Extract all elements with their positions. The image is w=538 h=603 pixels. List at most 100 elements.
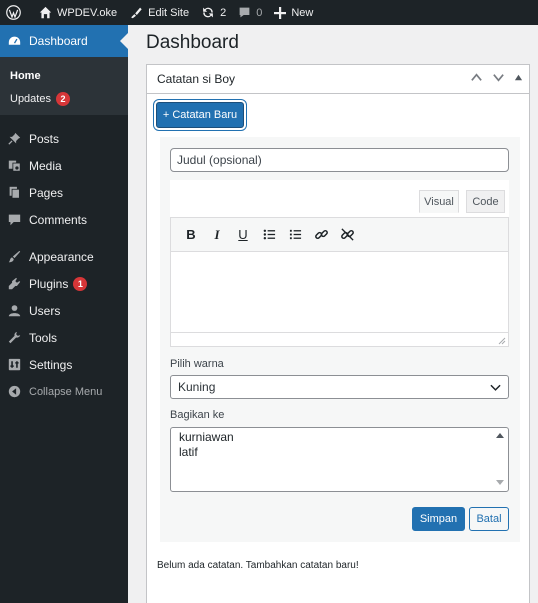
sidebar-item-label: Pages	[29, 185, 64, 200]
tab-code[interactable]: Code	[466, 190, 505, 213]
plus-icon	[274, 6, 287, 19]
scroll-down-arrow[interactable]	[496, 480, 504, 485]
widget-controls	[470, 71, 523, 84]
site-name-link[interactable]: WPDEV.oke	[27, 0, 123, 25]
editor-statusbar	[171, 332, 508, 346]
sidebar-item-label: Plugins	[29, 276, 69, 291]
wordpress-logo-button[interactable]	[0, 0, 27, 25]
wrench-icon	[8, 331, 21, 344]
sidebar-item-label: Appearance	[29, 249, 94, 264]
tab-visual[interactable]: Visual	[419, 190, 459, 213]
sidebar-item-dashboard[interactable]: Dashboard	[0, 25, 128, 57]
empty-notes-message: Belum ada catatan. Tambahkan catatan bar…	[157, 560, 359, 571]
comments-link[interactable]: 0	[232, 0, 268, 25]
comments-icon	[8, 214, 21, 226]
sidebar-item-settings[interactable]: Settings	[0, 351, 128, 378]
sidebar-item-label: Settings	[29, 357, 73, 372]
dashboard-submenu: Home Updates 2	[0, 57, 128, 115]
underline-button[interactable]: U	[233, 225, 253, 245]
bullet-list-button[interactable]	[259, 225, 279, 245]
share-label: Bagikan ke	[170, 409, 225, 421]
media-icon	[8, 160, 21, 172]
collapse-arrow-icon	[8, 385, 21, 398]
comments-count: 0	[256, 6, 263, 19]
sidebar-item-comments[interactable]: Comments	[0, 206, 128, 233]
rich-text-editor: B I U	[170, 217, 509, 347]
edit-site-label: Edit Site	[148, 6, 190, 19]
widget-header: Catatan si Boy	[147, 65, 529, 94]
numbered-list-icon	[289, 229, 301, 240]
site-name: WPDEV.oke	[57, 6, 118, 19]
color-select[interactable]: Kuning	[170, 375, 509, 399]
unlink-icon	[340, 228, 354, 241]
updates-badge: 2	[55, 91, 70, 106]
dashboard-gauge-icon	[8, 36, 21, 45]
save-button[interactable]: Simpan	[412, 507, 465, 531]
submenu-label: Updates	[10, 92, 51, 105]
sidebar-item-appearance[interactable]: Appearance	[0, 243, 128, 270]
sidebar-item-tools[interactable]: Tools	[0, 324, 128, 351]
bold-button[interactable]: B	[181, 225, 201, 245]
home-icon	[39, 6, 52, 19]
new-note-button[interactable]: + Catatan Baru	[156, 102, 244, 128]
color-select-value: Kuning	[178, 380, 216, 394]
sidebar-item-label: Tools	[29, 330, 58, 345]
editor-tabs: Visual Code	[170, 180, 509, 217]
paintbrush-icon	[8, 250, 21, 263]
chevron-down-icon[interactable]	[492, 71, 505, 84]
scroll-up-arrow[interactable]	[496, 433, 504, 438]
pages-icon	[9, 186, 20, 199]
sidebar-item-label: Posts	[29, 131, 60, 146]
insert-link-button[interactable]	[311, 225, 331, 245]
users-icon	[8, 305, 21, 317]
italic-button[interactable]: I	[207, 225, 227, 245]
admin-bar: WPDEV.oke Edit Site 2 0 New	[0, 0, 538, 25]
sidebar-item-posts[interactable]: Posts	[0, 125, 128, 152]
plugins-badge: 1	[73, 276, 88, 291]
chevron-down-icon	[490, 384, 501, 391]
page-title: Dashboard	[146, 32, 239, 53]
comment-bubble-icon	[239, 7, 250, 18]
submenu-item-updates[interactable]: Updates 2	[0, 87, 128, 110]
note-form: Visual Code B I U	[160, 137, 520, 542]
widget-title: Catatan si Boy	[157, 72, 236, 86]
main-content: Dashboard Catatan si Boy + Catatan Baru …	[128, 25, 538, 603]
note-title-input[interactable]	[170, 148, 509, 172]
cancel-button[interactable]: Batal	[469, 507, 509, 531]
toggle-panel-icon[interactable]	[514, 73, 523, 82]
plugins-icon	[8, 277, 21, 290]
sidebar-item-users[interactable]: Users	[0, 297, 128, 324]
sidebar-item-label: Comments	[29, 212, 88, 227]
new-content-link[interactable]: New	[268, 0, 319, 25]
edit-brush-icon	[131, 7, 142, 19]
chevron-up-icon[interactable]	[470, 71, 483, 84]
color-label: Pilih warna	[170, 358, 224, 370]
settings-icon	[8, 358, 21, 371]
editor-toolbar: B I U	[171, 218, 508, 252]
sidebar-item-pages[interactable]: Pages	[0, 179, 128, 206]
updates-link[interactable]: 2	[195, 0, 232, 25]
admin-sidebar: Dashboard Home Updates 2 Posts Media Pag…	[0, 25, 128, 603]
collapse-menu-button[interactable]: Collapse Menu	[0, 378, 128, 405]
sidebar-item-media[interactable]: Media	[0, 152, 128, 179]
editor-content-area[interactable]	[171, 252, 508, 332]
share-option[interactable]: latif	[179, 445, 198, 459]
numbered-list-button[interactable]	[285, 225, 305, 245]
sidebar-item-plugins[interactable]: Plugins 1	[0, 270, 128, 297]
link-icon	[314, 229, 328, 240]
sidebar-item-label: Dashboard	[29, 34, 88, 48]
submenu-item-home[interactable]: Home	[0, 64, 128, 87]
collapse-label: Collapse Menu	[29, 385, 103, 398]
submenu-label: Home	[10, 69, 41, 82]
notes-widget: Catatan si Boy + Catatan Baru Visual Cod…	[146, 64, 530, 603]
remove-link-button[interactable]	[337, 225, 357, 245]
share-multiselect[interactable]: kurniawan latif	[170, 427, 509, 492]
updates-count: 2	[220, 6, 227, 19]
resize-handle-icon[interactable]	[498, 337, 506, 345]
sidebar-item-label: Media	[29, 158, 62, 173]
edit-site-link[interactable]: Edit Site	[123, 0, 195, 25]
updates-icon	[203, 7, 213, 18]
pushpin-icon	[8, 132, 21, 145]
new-label: New	[291, 6, 314, 19]
share-option[interactable]: kurniawan	[179, 430, 234, 444]
